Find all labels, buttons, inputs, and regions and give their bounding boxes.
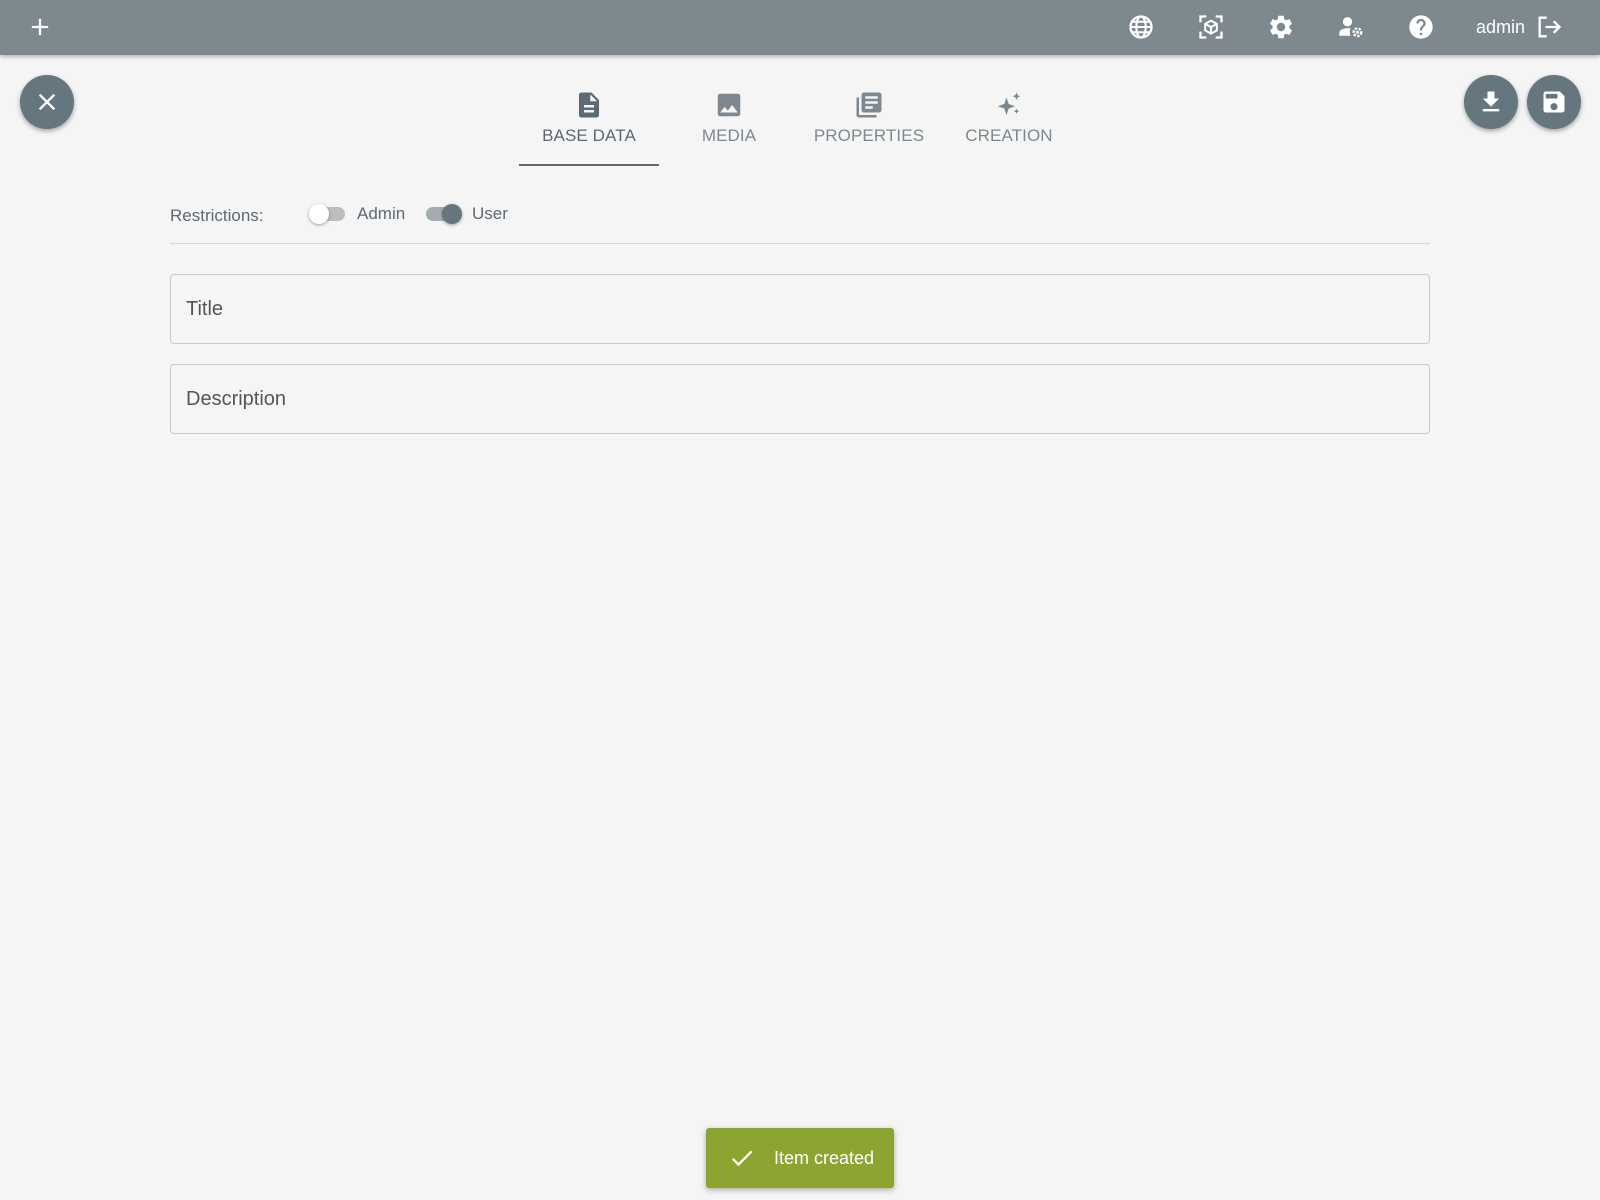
image-icon (717, 93, 741, 117)
toggle-label: User (472, 204, 508, 223)
snackbar: Item created (706, 1128, 894, 1188)
toggle-track (309, 204, 345, 224)
close-button[interactable] (20, 75, 74, 129)
globe-icon[interactable] (1127, 13, 1155, 41)
document-icon (579, 92, 599, 118)
tab-label: PROPERTIES (813, 126, 925, 145)
sparkles-icon (997, 92, 1021, 115)
close-icon (38, 93, 56, 111)
toggle-label: Admin (357, 204, 406, 223)
tab-base-data[interactable]: BASE DATA (519, 84, 659, 166)
gear-icon[interactable] (1267, 13, 1295, 41)
download-button[interactable] (1464, 75, 1518, 129)
user-restriction-toggle[interactable]: User (426, 204, 508, 224)
restrictions-row: Restrictions: Admin User (170, 200, 1430, 244)
description-field (170, 364, 1430, 434)
tab-label: CREATION (965, 126, 1053, 145)
toggle-knob (442, 204, 462, 224)
save-icon (1543, 91, 1565, 113)
toggle-track (426, 204, 462, 224)
title-field (170, 274, 1430, 344)
description-input[interactable] (171, 365, 1429, 433)
tab-properties[interactable]: PROPERTIES (799, 84, 939, 166)
top-app-bar: admin (0, 0, 1600, 55)
library-icon (856, 92, 882, 118)
logout-icon[interactable] (1535, 13, 1563, 41)
tab-creation[interactable]: CREATION (939, 84, 1079, 166)
tab-media[interactable]: MEDIA (659, 84, 799, 166)
user-gear-icon[interactable] (1337, 13, 1365, 41)
tab-label: BASE DATA (542, 126, 636, 145)
admin-restriction-toggle[interactable]: Admin (309, 204, 406, 224)
snackbar-message: Item created (774, 1147, 875, 1168)
save-button[interactable] (1527, 75, 1581, 129)
tab-label: MEDIA (701, 126, 757, 145)
check-icon (731, 1150, 753, 1167)
plus-icon[interactable] (26, 13, 54, 41)
toggle-knob (309, 204, 329, 224)
title-input[interactable] (171, 275, 1429, 343)
restrictions-label: Restrictions: (170, 206, 264, 225)
username-label: admin (1476, 17, 1526, 37)
tab-bar: BASE DATA MEDIA PROPERTIES CREATION (519, 84, 1079, 166)
cube-scan-icon[interactable] (1197, 13, 1225, 41)
download-icon (1482, 91, 1500, 112)
help-circle-icon[interactable] (1407, 13, 1435, 41)
